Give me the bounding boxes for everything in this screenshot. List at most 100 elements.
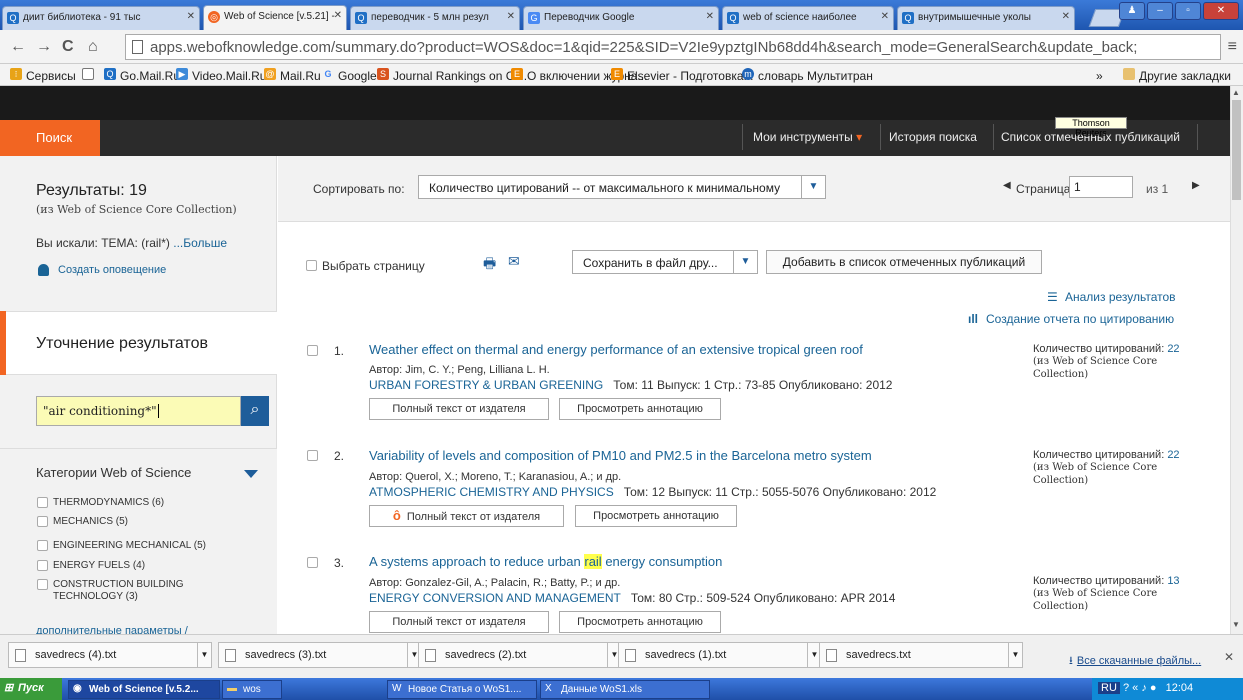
refine-search-button[interactable]: ⌕ — [241, 396, 269, 426]
category-item[interactable]: THERMODYNAMICS (6) — [37, 497, 164, 509]
download-item[interactable]: savedrecs (4).txt ▼ — [8, 642, 212, 668]
download-item[interactable]: savedrecs (1).txt ▼ — [618, 642, 822, 668]
fulltext-button[interactable]: ô Полный текст от издателя — [369, 505, 564, 527]
category-item[interactable]: ENGINEERING MECHANICAL (5) — [37, 540, 206, 552]
record-title-link[interactable]: Weather effect on thermal and energy per… — [369, 342, 863, 357]
browser-tab-6[interactable]: Qвнутримышечные уколы ✕ — [897, 6, 1075, 30]
maximize-icon[interactable]: ▫ — [1175, 2, 1201, 20]
close-icon[interactable]: ✕ — [1224, 650, 1234, 664]
browser-tab-1[interactable]: Qдиит библиотека - 91 тыс ✕ — [2, 6, 200, 30]
other-bookmarks[interactable]: Другие закладки — [1123, 68, 1231, 83]
analyze-results-link[interactable]: ☰ Анализ результатов — [1047, 290, 1176, 304]
close-window-icon[interactable]: ✕ — [1203, 2, 1239, 20]
citation-report-link[interactable]: ıll Создание отчета по цитированию — [968, 312, 1174, 326]
all-downloads-link[interactable]: ⭳ Все скачанные файлы... — [1069, 652, 1201, 671]
page-number-input[interactable]: 1 — [1069, 176, 1133, 198]
record-checkbox[interactable] — [307, 557, 318, 568]
caret-down-icon[interactable] — [244, 470, 258, 478]
bookmark-elsevier[interactable]: E Elsevier - Подготовка... — [611, 68, 754, 83]
record-title-link[interactable]: A systems approach to reduce urban rail … — [369, 554, 722, 569]
checkbox[interactable] — [37, 579, 48, 590]
bookmark-multitran[interactable]: m словарь Мультитран — [742, 68, 873, 83]
browser-tab-4[interactable]: G Переводчик Google ✕ — [523, 6, 719, 30]
email-icon[interactable]: ✉ — [508, 253, 520, 270]
add-to-marked-button[interactable]: Добавить в список отмеченных публикаций — [766, 250, 1042, 274]
checkbox[interactable] — [306, 260, 317, 271]
record-checkbox[interactable] — [307, 345, 318, 356]
close-icon[interactable]: ✕ — [334, 10, 342, 21]
scroll-down-icon[interactable]: ▼ — [1232, 620, 1240, 629]
cites-number-link[interactable]: 22 — [1167, 449, 1179, 461]
view-abstract-button[interactable]: Просмотреть аннотацию — [575, 505, 737, 527]
download-item[interactable]: savedrecs (3).txt ▼ — [218, 642, 422, 668]
user-icon[interactable]: ♟ — [1119, 2, 1145, 20]
checkbox[interactable] — [37, 540, 48, 551]
category-item[interactable]: CONSTRUCTION BUILDING TECHNOLOGY (3) — [37, 579, 237, 603]
view-abstract-button[interactable]: Просмотреть аннотацию — [559, 611, 721, 633]
forward-icon[interactable]: → — [36, 38, 52, 56]
my-tools-menu[interactable]: Мои инструменты ▾ — [753, 130, 862, 144]
journal-link[interactable]: ATMOSPHERIC CHEMISTRY AND PHYSICS — [369, 485, 614, 499]
close-icon[interactable]: ✕ — [1062, 11, 1070, 22]
language-indicator[interactable]: RU — [1098, 682, 1120, 694]
cites-number-link[interactable]: 13 — [1167, 575, 1179, 587]
category-item[interactable]: ENERGY FUELS (4) — [37, 560, 145, 572]
close-icon[interactable]: ✕ — [706, 11, 714, 22]
fulltext-button[interactable]: Полный текст от издателя — [369, 398, 549, 420]
download-item[interactable]: savedrecs (2).txt ▼ — [418, 642, 622, 668]
bookmark-videomail[interactable]: ▶ Video.Mail.Ru — [176, 68, 266, 83]
sort-select[interactable]: Количество цитирований -- от максимально… — [418, 175, 826, 199]
save-to-file-select[interactable]: Сохранить в файл дру... ▼ — [572, 250, 758, 274]
prev-page-icon[interactable]: ◀ — [1003, 180, 1011, 191]
taskbar-item[interactable]: ▬ wos — [222, 680, 282, 699]
checkbox[interactable] — [37, 516, 48, 527]
network-icon[interactable]: « ♪ ● — [1132, 682, 1156, 694]
journal-link[interactable]: ENERGY CONVERSION AND MANAGEMENT — [369, 591, 621, 605]
chevron-down-icon[interactable]: ▼ — [1008, 643, 1022, 667]
bookmarks-overflow[interactable]: » — [1096, 69, 1103, 83]
taskbar-item[interactable]: X Данные WoS1.xls — [540, 680, 710, 699]
fulltext-button[interactable]: Полный текст от издателя — [369, 611, 549, 633]
bookmark-journal-rankings[interactable]: S Journal Rankings on Ci... — [377, 68, 527, 83]
view-abstract-button[interactable]: Просмотреть аннотацию — [559, 398, 721, 420]
taskbar-item[interactable]: W Новое Статья о WoS1.... — [387, 680, 537, 699]
refine-search-input[interactable]: "air conditioning*" — [36, 396, 241, 426]
bookmark-gomail[interactable]: Q Go.Mail.Ru — [104, 68, 180, 83]
record-title-link[interactable]: Variability of levels and composition of… — [369, 448, 872, 463]
chevron-down-icon[interactable]: ▼ — [197, 643, 211, 667]
reload-icon[interactable]: C — [62, 38, 74, 56]
scroll-up-icon[interactable]: ▲ — [1232, 88, 1240, 97]
home-icon[interactable]: ⌂ — [88, 38, 98, 56]
more-link[interactable]: ...Больше — [173, 236, 227, 250]
category-item[interactable]: MECHANICS (5) — [37, 516, 128, 528]
search-history-link[interactable]: История поиска — [889, 130, 977, 144]
back-icon[interactable]: ← — [10, 38, 26, 56]
minimize-icon[interactable]: – — [1147, 2, 1173, 20]
browser-tab-3[interactable]: Qпереводчик - 5 млн резул ✕ — [350, 6, 520, 30]
taskbar-item[interactable]: ◉ Web of Science [v.5.2... — [68, 680, 220, 699]
cites-number-link[interactable]: 22 — [1167, 343, 1179, 355]
start-button[interactable]: ⊞ Пуск — [0, 678, 62, 700]
search-tab[interactable]: Поиск — [0, 120, 100, 156]
create-alert-link[interactable]: Создать оповещение — [38, 264, 166, 276]
checkbox[interactable] — [37, 497, 48, 508]
record-checkbox[interactable] — [307, 450, 318, 461]
bookmark-google[interactable]: G Google — [322, 69, 376, 83]
checkbox[interactable] — [37, 560, 48, 571]
menu-icon[interactable]: ≡ — [1228, 38, 1237, 56]
browser-tab-5[interactable]: Qweb of science наиболее ✕ — [722, 6, 894, 30]
close-icon[interactable]: ✕ — [187, 11, 195, 22]
help-icon[interactable]: ? — [1123, 682, 1129, 694]
browser-tab-2[interactable]: ◎ Web of Science [v.5.21] - ✕ — [203, 5, 347, 30]
bookmark-mailru[interactable]: @ Mail.Ru — [264, 68, 321, 83]
select-page[interactable]: Выбрать страницу — [306, 259, 425, 273]
print-icon[interactable]: 🖶 — [483, 253, 496, 277]
next-page-icon[interactable]: ▶ — [1192, 180, 1200, 191]
bookmark-services[interactable]: ⁝ Сервисы — [10, 68, 76, 83]
close-icon[interactable]: ✕ — [881, 11, 889, 22]
download-item[interactable]: savedrecs.txt ▼ — [819, 642, 1023, 668]
url-input[interactable]: apps.webofknowledge.com/summary.do?produ… — [125, 34, 1221, 60]
journal-link[interactable]: URBAN FORESTRY & URBAN GREENING — [369, 378, 603, 392]
close-icon[interactable]: ✕ — [507, 11, 515, 22]
scrollbar-thumb[interactable] — [1232, 100, 1241, 200]
